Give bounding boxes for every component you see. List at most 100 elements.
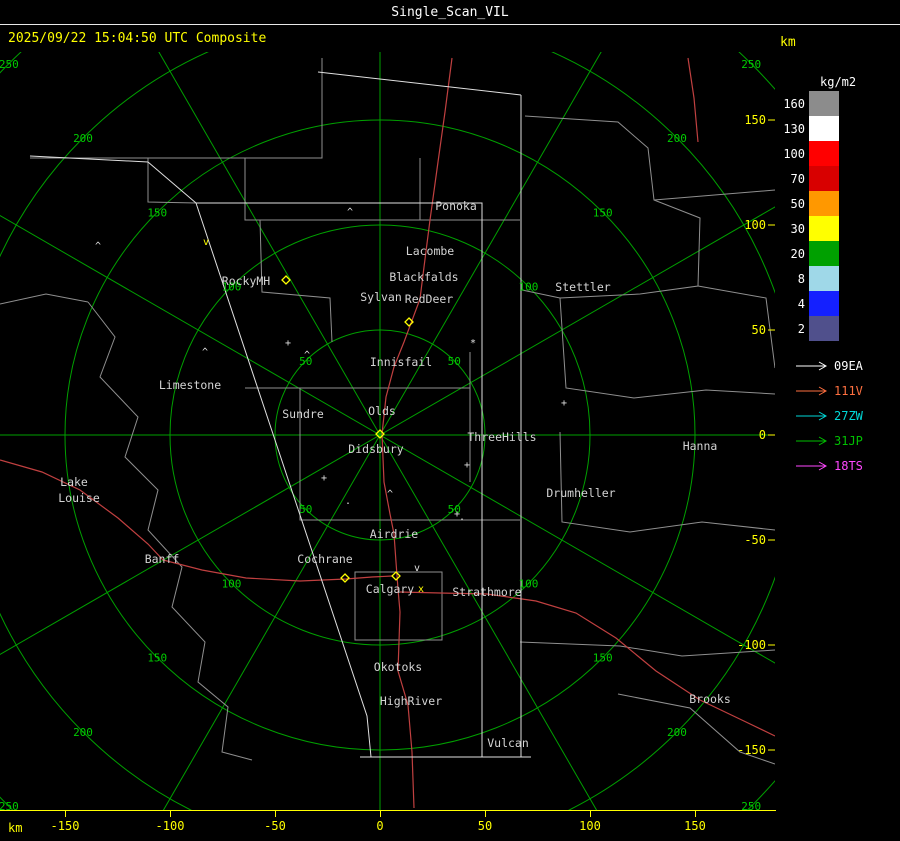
city-label: Didsbury [348, 442, 403, 456]
scale-row: 8 [775, 266, 900, 291]
radar-id-label: 09EA [834, 358, 863, 373]
point-marker: + [464, 460, 470, 471]
range-ring-label: 100 [222, 577, 242, 590]
point-marker: ^ [304, 350, 310, 361]
point-marker: x [418, 584, 424, 595]
range-ring-label: 50 [299, 503, 312, 516]
city-label: Cochrane [297, 552, 352, 566]
x-axis-tick [170, 811, 171, 817]
scale-swatch [809, 216, 839, 241]
radar-id-label: 18TS [834, 458, 863, 473]
range-ring-label: 150 [593, 206, 613, 219]
range-ring-label: 200 [667, 726, 687, 739]
city-label: Hanna [683, 439, 718, 453]
map-markers: ^^^ ^^+++++*vvx.. [95, 207, 567, 595]
range-ring-label: 250 [0, 58, 19, 71]
scale-row: 30 [775, 216, 900, 241]
x-axis-tick [695, 811, 696, 817]
radar-legend-row: 18TS [775, 453, 900, 478]
city-label: Okotoks [374, 660, 422, 674]
radar-site-marker [391, 571, 401, 581]
scale-value: 130 [783, 121, 805, 136]
point-marker: v [203, 237, 209, 248]
x-axis-tick-label: 150 [684, 819, 706, 833]
city-label: Airdrie [370, 527, 419, 541]
city-label: Innisfail [370, 355, 432, 369]
scale-value: 4 [797, 296, 805, 311]
radar-id-label: 27ZW [834, 408, 863, 423]
city-label: Drumheller [546, 486, 615, 500]
radar-legend-row: 111V [775, 378, 900, 403]
y-axis-tick-label: -150 [737, 743, 766, 757]
scale-row: 100 [775, 141, 900, 166]
y-axis-tick-label: -50 [744, 533, 766, 547]
range-ring-label: 200 [667, 132, 687, 145]
x-axis-tick [380, 811, 381, 817]
radar-id-label: 111V [834, 383, 863, 398]
city-label: Lacombe [406, 244, 455, 258]
scale-row: 70 [775, 166, 900, 191]
scale-swatch [809, 116, 839, 141]
city-label: Banff [145, 552, 180, 566]
range-ring-label: 200 [73, 132, 93, 145]
radar-arrow-icon [796, 361, 828, 370]
city-label: Louise [58, 491, 100, 505]
scale-swatch [809, 241, 839, 266]
radar-map: 50 50 50 50 100 100 100 100 150 150 150 150 200 200 20… [0, 52, 775, 810]
point-marker: * [470, 338, 476, 349]
scale-swatch [809, 91, 839, 116]
y-axis-tick-label: 0 [759, 428, 766, 442]
scale-value: 30 [790, 221, 805, 236]
range-ring-label: 250 [0, 800, 19, 810]
radar-arrow-icon [796, 411, 828, 420]
radar-viewer-window: Single_Scan_VIL 2025/09/22 15:04:50 UTC … [0, 0, 900, 841]
scale-row: 4 [775, 291, 900, 316]
city-label: Ponoka [435, 199, 477, 213]
scale-row: 130 [775, 116, 900, 141]
city-label: ThreeHills [467, 430, 536, 444]
radar-arrow-icon [796, 386, 828, 395]
scale-swatch [809, 141, 839, 166]
scale-value: 100 [783, 146, 805, 161]
city-label: Sylvan [360, 290, 402, 304]
scale-row: 2 [775, 316, 900, 341]
x-axis-unit-label: km [8, 821, 23, 835]
info-bar: 2025/09/22 15:04:50 UTC Composite [0, 25, 900, 52]
y-axis-tick-label: 150 [744, 113, 766, 127]
range-ring-label: 250 [741, 58, 761, 71]
range-ring-label: 150 [147, 652, 167, 665]
x-axis-tick [275, 811, 276, 817]
city-label: Brooks [689, 692, 731, 706]
point-marker: ^ [387, 489, 393, 500]
point-marker: ^ [202, 347, 208, 358]
city-label: Blackfalds [389, 270, 458, 284]
scale-unit-label: kg/m2 [820, 75, 857, 89]
city-label: Limestone [159, 378, 221, 392]
scale-swatch [809, 166, 839, 191]
scale-row: 50 [775, 191, 900, 216]
scale-swatch [809, 316, 839, 341]
x-axis-tick-label: -50 [264, 819, 286, 833]
radar-id-label: 31JP [834, 433, 863, 448]
city-labels: Ponoka Lacombe Blackfalds Sylvan RedDeer Stet… [58, 199, 731, 750]
range-ring-label: 100 [519, 281, 539, 294]
scale-swatch [809, 291, 839, 316]
y-axis-unit-label: km [780, 35, 796, 50]
x-axis-tick-label: 100 [579, 819, 601, 833]
window-title: Single_Scan_VIL [391, 4, 509, 20]
x-axis: km -150 -100 -50 0 50 100 150 [0, 810, 900, 841]
range-ring-label: 150 [147, 206, 167, 219]
x-axis-tick-label: 50 [477, 819, 493, 833]
city-label: RockyMH [222, 274, 271, 288]
x-axis-baseline [0, 810, 776, 811]
city-label: RedDeer [405, 292, 454, 306]
x-axis-tick [590, 811, 591, 817]
x-axis-tick-label: -100 [155, 819, 185, 833]
radar-legend-row: 31JP [775, 428, 900, 453]
point-marker: v [414, 563, 420, 574]
scale-value: 70 [790, 171, 805, 186]
city-label: Calgary [366, 582, 415, 596]
y-axis-tick-label: 100 [744, 218, 766, 232]
range-ring-label: 150 [593, 652, 613, 665]
title-bar: Single_Scan_VIL [0, 0, 900, 25]
